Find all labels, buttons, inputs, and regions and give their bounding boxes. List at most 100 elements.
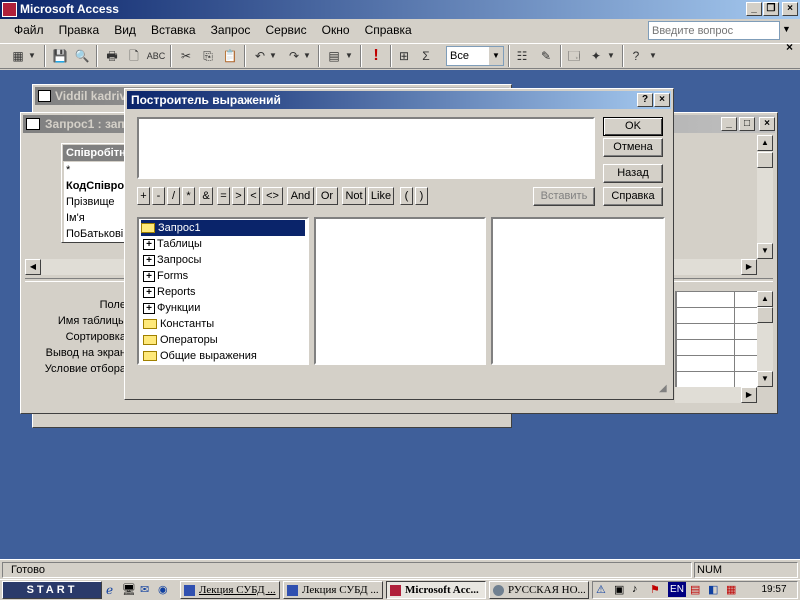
grid-cells[interactable] [675,291,757,387]
taskbar-button-browser[interactable]: РУССКАЯ НО... [489,581,589,599]
op-not-equal-button[interactable]: <> [262,187,283,205]
tree-item-constants[interactable]: Константы [143,316,214,332]
show-table-icon[interactable]: ⊞ [394,46,414,66]
op-multiply-button[interactable]: * [182,187,195,205]
op-divide-button[interactable]: / [167,187,180,205]
expression-builder-dialog[interactable]: Построитель выражений ? × OK Отмена Наза… [124,88,674,400]
query-type-icon[interactable]: ▤ [324,46,344,66]
op-equal-button[interactable]: = [217,187,230,205]
view-dropdown-icon[interactable]: ▼ [26,46,38,66]
tray-speaker-icon[interactable]: ♪ [632,583,638,595]
op-or-button[interactable]: Or [316,187,338,205]
properties-icon[interactable]: ☷ [512,46,532,66]
op-less-button[interactable]: < [247,187,260,205]
scroll-left-icon[interactable]: ◀ [25,259,41,275]
grid-scroll-up-icon[interactable]: ▲ [757,291,773,307]
print-preview-icon[interactable]: 🗋 [124,46,144,66]
menu-tools[interactable]: Сервис [259,20,312,40]
back-button[interactable]: Назад [603,164,663,183]
copy-icon[interactable]: ⎘ [198,46,218,66]
redo-icon[interactable]: ↷ [284,46,304,66]
op-like-button[interactable]: Like [368,187,394,205]
tree-item-operators[interactable]: Операторы [143,332,218,348]
build-icon[interactable]: ✎ [536,46,556,66]
paste-icon[interactable]: 📋 [220,46,240,66]
op-and-button[interactable]: And [287,187,314,205]
redo-dropdown-icon[interactable]: ▼ [302,46,312,66]
access-icon[interactable] [2,2,17,17]
tree-item-query1[interactable]: Запрос1 [141,220,305,236]
expand-plus-icon[interactable]: + [143,254,155,266]
top-values-select[interactable]: Все ▼ [446,46,504,66]
help-question-input[interactable] [648,21,780,40]
op-concat-button[interactable]: & [199,187,213,205]
toolbar-options-icon[interactable]: ▼ [648,46,658,66]
start-button[interactable]: START [2,581,102,599]
taskbar-button-word-1[interactable]: Лекция СУБД ... [180,581,280,599]
help-icon[interactable]: ? [626,46,646,66]
totals-icon[interactable]: Σ [416,46,436,66]
tray-keyboard-icon[interactable]: ▤ [690,583,700,596]
expand-plus-icon[interactable]: + [143,270,155,282]
tray-network-icon[interactable]: ⚠ [596,583,606,596]
minimize-icon[interactable]: _ [746,2,762,16]
op-plus-button[interactable]: + [137,187,150,205]
resize-grip-icon[interactable]: ◢ [659,383,667,394]
spelling-icon[interactable]: ABC [146,46,166,66]
menu-help[interactable]: Справка [359,20,418,40]
tree-item-queries[interactable]: + Запросы [143,252,201,268]
expand-plus-icon[interactable]: + [143,302,155,314]
cut-icon[interactable]: ✂ [176,46,196,66]
query-close-icon[interactable]: × [759,117,775,131]
quick-launch-desktop-icon[interactable]: 🖥 [122,583,136,596]
tree-item-forms[interactable]: + Forms [143,268,188,284]
restore-icon[interactable]: ❐ [763,2,779,16]
tree-item-tables[interactable]: + Таблицы [143,236,202,252]
clock[interactable]: 19:57 [754,583,794,597]
quick-launch-ie-icon[interactable]: ℯ [106,583,113,597]
search-icon[interactable]: 🔍 [72,46,92,66]
op-close-paren-button[interactable]: ) [415,187,428,205]
expand-plus-icon[interactable]: + [143,286,155,298]
print-icon[interactable]: 🖶 [102,46,122,66]
menu-window[interactable]: Окно [316,20,356,40]
ok-button[interactable]: OK [603,117,663,136]
grid-scroll-right-icon[interactable]: ▶ [741,387,757,403]
folder-tree[interactable]: Запрос1 + Таблицы + Запросы + Forms + Report… [137,217,309,365]
new-object-icon[interactable]: ✦ [586,46,606,66]
quick-launch-outlook-icon[interactable]: ✉ [140,583,149,596]
scroll-up-icon[interactable]: ▲ [757,135,773,151]
tree-item-functions[interactable]: + Функции [143,300,200,316]
close-icon[interactable]: × [782,2,798,16]
tray-app2-icon[interactable]: ▦ [726,583,736,596]
chevron-down-icon[interactable]: ▼ [489,47,503,65]
value-list[interactable] [491,217,665,365]
quick-launch-media-icon[interactable]: ◉ [158,583,168,596]
tray-monitor-icon[interactable]: ▣ [614,583,624,596]
menu-view[interactable]: Вид [108,20,142,40]
menu-query[interactable]: Запрос [205,20,257,40]
op-not-button[interactable]: Not [342,187,366,205]
tree-item-common-expressions[interactable]: Общие выражения [143,348,257,364]
tree-item-reports[interactable]: + Reports [143,284,196,300]
grid-scroll-down-icon[interactable]: ▼ [757,371,773,387]
help-dropdown-icon[interactable]: ▼ [782,24,791,34]
database-window-icon[interactable]: 🗔 [564,46,584,66]
run-icon[interactable]: ! [366,46,386,66]
op-open-paren-button[interactable]: ( [400,187,413,205]
expand-plus-icon[interactable]: + [143,238,155,250]
tray-app-icon[interactable]: ◧ [708,583,718,596]
help-icon[interactable]: ? [637,93,653,107]
query-minimize-icon[interactable]: _ [721,117,737,131]
language-indicator[interactable]: EN [668,582,686,597]
save-icon[interactable]: 💾 [50,46,70,66]
grid-scroll-thumb[interactable] [757,307,773,323]
view-icon[interactable]: ▦ [8,46,28,66]
cancel-button[interactable]: Отмена [603,138,663,157]
element-list[interactable] [314,217,486,365]
query-maximize-icon[interactable]: □ [739,117,755,131]
scroll-right-icon[interactable]: ▶ [741,259,757,275]
query-type-dropdown-icon[interactable]: ▼ [344,46,354,66]
op-minus-button[interactable]: - [152,187,165,205]
help-button[interactable]: Справка [603,187,663,206]
